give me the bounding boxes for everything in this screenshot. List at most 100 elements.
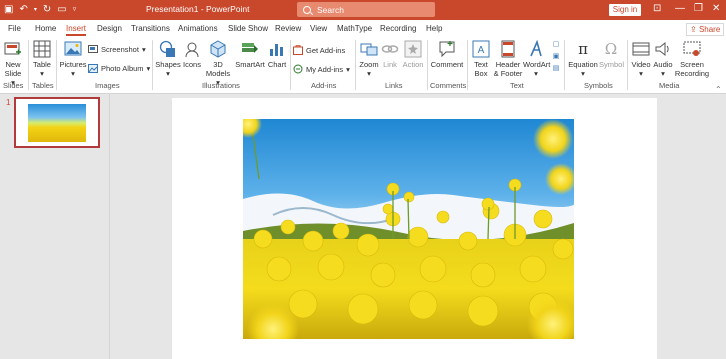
group-label-links: Links: [385, 81, 403, 90]
tab-transitions[interactable]: Transitions: [131, 24, 170, 33]
action-button[interactable]: Action: [401, 40, 425, 69]
link-button[interactable]: Link: [380, 40, 400, 69]
tab-slide-show[interactable]: Slide Show: [228, 24, 268, 33]
3d-models-label-1: 3D: [213, 60, 223, 69]
text-box-icon: A: [472, 40, 490, 58]
action-label: Action: [402, 60, 424, 69]
separator: [290, 40, 291, 90]
slideshow-start-icon[interactable]: ▭: [57, 3, 66, 17]
symbol-button[interactable]: Ω Symbol: [599, 40, 624, 69]
wordart-button[interactable]: WordArt ▾: [523, 40, 551, 78]
equation-button[interactable]: π Equation ▾: [567, 40, 599, 78]
tab-design[interactable]: Design: [97, 24, 122, 33]
store-icon: [293, 45, 303, 55]
wordart-icon: [530, 40, 542, 57]
search-input[interactable]: [317, 4, 417, 15]
action-icon: [404, 40, 422, 58]
screen-recording-label-2: Recording: [674, 69, 710, 78]
redo-icon[interactable]: ↻: [43, 3, 51, 17]
object-icon[interactable]: ▤: [551, 64, 561, 73]
pictures-button[interactable]: Pictures ▾: [59, 40, 87, 78]
separator: [627, 40, 628, 90]
my-add-ins-icon: [293, 64, 303, 74]
tab-file[interactable]: File: [8, 24, 21, 33]
tab-home[interactable]: Home: [35, 24, 56, 33]
group-label-symbols: Symbols: [584, 81, 613, 90]
tab-mathtype[interactable]: MathType: [337, 24, 372, 33]
screenshot-button[interactable]: Screenshot ▾: [88, 45, 146, 54]
new-slide-label-1: New: [5, 60, 21, 69]
screen-recording-button[interactable]: Screen Recording: [674, 40, 710, 78]
3d-models-icon: [210, 40, 226, 58]
undo-dropdown-icon[interactable]: ▾: [34, 3, 37, 17]
slide-number: 1: [6, 98, 11, 107]
get-add-ins-button[interactable]: Get Add-ins: [293, 45, 345, 55]
pictures-icon: [64, 41, 82, 56]
signature-line-icon[interactable]: ▢: [551, 40, 561, 49]
save-icon[interactable]: ▣: [4, 3, 13, 17]
tab-help[interactable]: Help: [426, 24, 442, 33]
comment-button[interactable]: Comment: [430, 40, 464, 69]
table-icon: [33, 40, 51, 58]
thumbnail-image: [28, 104, 86, 142]
search-box[interactable]: [297, 2, 435, 17]
slide-thumbnail-panel: 1: [0, 94, 110, 359]
screen-recording-label-1: Screen: [680, 60, 704, 69]
zoom-button[interactable]: Zoom ▾: [358, 40, 380, 78]
header-footer-button[interactable]: Header & Footer: [492, 40, 524, 78]
restore-button[interactable]: ❐: [694, 3, 703, 15]
audio-button[interactable]: Audio ▾: [652, 40, 674, 78]
collapse-ribbon-icon[interactable]: ⌃: [715, 85, 722, 94]
flower-field-photo[interactable]: [243, 119, 574, 339]
my-add-ins-button[interactable]: My Add-ins ▾: [293, 64, 350, 74]
sign-in-button[interactable]: Sign in: [609, 4, 641, 16]
icons-button[interactable]: Icons: [181, 40, 203, 69]
date-time-icon[interactable]: ▣: [551, 52, 561, 61]
minimize-button[interactable]: —: [675, 3, 685, 15]
audio-icon: [655, 41, 669, 57]
text-box-label-1: Text: [474, 60, 488, 69]
3d-models-button[interactable]: 3D Models ▾: [203, 40, 233, 87]
chart-button[interactable]: Chart: [266, 40, 288, 69]
share-label: Share: [698, 25, 721, 34]
tab-recording[interactable]: Recording: [380, 24, 416, 33]
get-add-ins-label: Get Add-ins: [306, 45, 346, 55]
screen-recording-icon: [683, 41, 701, 56]
ribbon-display-options-icon[interactable]: ⊡: [653, 3, 661, 15]
smartart-button[interactable]: SmartArt: [233, 40, 267, 69]
tab-review[interactable]: Review: [275, 24, 301, 33]
icons-label: Icons: [183, 60, 201, 69]
link-label: Link: [383, 60, 397, 69]
separator: [467, 40, 468, 90]
customize-qat-icon[interactable]: ▿: [73, 3, 77, 17]
svg-text:A: A: [478, 45, 485, 56]
group-label-text: Text: [510, 81, 524, 90]
smartart-icon: [242, 43, 258, 53]
close-button[interactable]: ✕: [712, 3, 720, 15]
shapes-button[interactable]: Shapes ▾: [155, 40, 181, 78]
tab-insert[interactable]: Insert: [66, 24, 87, 36]
share-button[interactable]: ⇪ Share: [686, 23, 725, 36]
link-icon: [381, 45, 399, 53]
smartart-label: SmartArt: [235, 60, 265, 69]
new-slide-button[interactable]: New Slide ▾: [2, 40, 24, 87]
zoom-icon: [360, 43, 378, 56]
text-box-button[interactable]: A Text Box: [470, 40, 492, 78]
chart-icon: [270, 44, 283, 56]
table-button[interactable]: Table ▾: [31, 40, 53, 78]
separator: [355, 40, 356, 90]
text-box-label-2: Box: [474, 69, 488, 78]
screenshot-icon: [88, 45, 98, 53]
wordart-label: WordArt: [523, 60, 551, 69]
slide-thumbnail-1[interactable]: [14, 97, 100, 148]
undo-icon[interactable]: ↶: [19, 3, 27, 17]
group-label-media: Media: [659, 81, 680, 90]
tab-view[interactable]: View: [310, 24, 327, 33]
photo-album-button[interactable]: Photo Album ▾: [88, 64, 150, 73]
separator: [427, 40, 428, 90]
audio-label: Audio: [653, 60, 673, 69]
pictures-label: Pictures: [59, 60, 87, 69]
video-button[interactable]: Video ▾: [630, 40, 652, 78]
tab-animations[interactable]: Animations: [178, 24, 218, 33]
equation-label: Equation: [568, 60, 598, 69]
